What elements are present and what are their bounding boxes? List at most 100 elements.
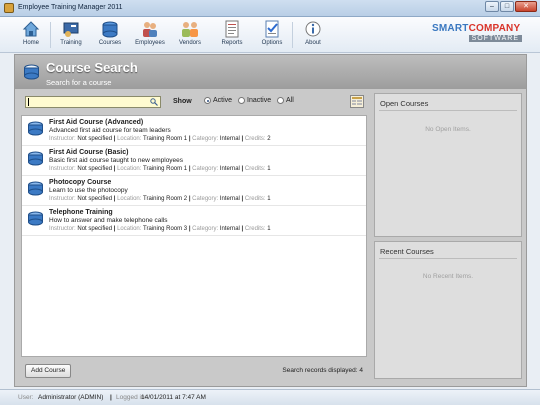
course-meta: Instructor: Not specified | Location: Tr… [49, 226, 366, 232]
toolbar-training-button[interactable]: Training [52, 19, 90, 51]
toolbar-employees-label: Employees [135, 40, 165, 46]
course-description: Advanced first aid course for team leade… [49, 127, 171, 134]
course-icon [27, 151, 44, 167]
search-input[interactable] [25, 96, 161, 108]
recent-courses-title: Recent Courses [380, 247, 434, 256]
category-value: Internal [219, 226, 240, 232]
course-icon [27, 211, 44, 227]
credits-value: 1 [267, 196, 271, 202]
credits-value: 1 [267, 166, 271, 172]
toolbar-employees-button[interactable]: Employees [131, 19, 169, 51]
view-toggle-button[interactable] [350, 95, 364, 108]
open-courses-title: Open Courses [380, 99, 429, 108]
add-course-button[interactable]: Add Course [25, 364, 72, 378]
reports-icon [223, 20, 241, 38]
employees-icon [141, 20, 159, 38]
instructor-value: Not specified [77, 196, 113, 202]
instructor-label: Instructor: [49, 226, 76, 232]
credits-label: Credits: [244, 196, 266, 202]
course-meta: Instructor: Not specified | Location: Tr… [49, 196, 366, 202]
home-icon [22, 20, 40, 38]
toolbar-home-button[interactable]: Home [12, 19, 50, 51]
location-label: Location: [117, 226, 142, 232]
instructor-value: Not specified [77, 226, 113, 232]
toolbar-vendors-button[interactable]: Vendors [171, 19, 209, 51]
category-label: Category: [192, 226, 219, 232]
list-item[interactable]: First Aid Course (Advanced) Advanced fir… [22, 116, 366, 146]
close-button[interactable]: ✕ [515, 1, 537, 12]
company-logo: SMARTCOMPANY SOFTWARE [432, 23, 522, 45]
instructor-value: Not specified [77, 136, 113, 142]
list-item[interactable]: First Aid Course (Basic) Basic first aid… [22, 146, 366, 176]
options-icon [263, 20, 281, 38]
course-description: Learn to use the photocopy [49, 187, 128, 194]
location-value: Training Room 3 [143, 226, 188, 232]
category-label: Category: [192, 196, 219, 202]
search-icon[interactable] [150, 98, 158, 106]
toolbar-courses-label: Courses [98, 40, 122, 46]
course-name: First Aid Course (Basic) [49, 149, 129, 156]
minimize-button[interactable]: – [485, 1, 499, 12]
main-toolbar: Home Training Courses Employees Vendors … [0, 17, 540, 53]
toolbar-options-label: Options [261, 40, 283, 46]
window-title: Employee Training Manager 2011 [18, 4, 123, 11]
logo-wordmark: SMARTCOMPANY [432, 23, 522, 34]
search-row: Show Active Inactive All [21, 93, 367, 111]
course-name: Telephone Training [49, 209, 113, 216]
toolbar-reports-button[interactable]: Reports [213, 19, 251, 51]
meta-separator: | [241, 136, 244, 142]
toolbar-options-button[interactable]: Options [253, 19, 291, 51]
logo-software: SOFTWARE [468, 35, 522, 42]
meta-separator: | [188, 226, 191, 232]
search-footer: Add Course Search records displayed: 4 [21, 363, 367, 379]
meta-separator: | [113, 136, 116, 142]
text-caret [28, 98, 29, 106]
meta-separator: | [113, 166, 116, 172]
category-value: Internal [219, 136, 240, 142]
status-separator: | [110, 394, 112, 401]
filter-all-radio[interactable]: All [277, 97, 294, 104]
record-count: Search records displayed: 4 [282, 367, 363, 374]
course-meta: Instructor: Not specified | Location: Tr… [49, 166, 366, 172]
logo-smart: SMART [432, 23, 469, 34]
credits-value: 1 [267, 226, 271, 232]
vendors-icon [181, 20, 199, 38]
course-icon [27, 181, 44, 197]
logo-company: COMPANY [468, 23, 521, 34]
category-label: Category: [192, 166, 219, 172]
list-item[interactable]: Telephone Training How to answer and mak… [22, 206, 366, 236]
radio-selected-icon [204, 97, 211, 104]
filter-active-radio[interactable]: Active [204, 97, 232, 104]
meta-separator: | [241, 166, 244, 172]
search-pane: Show Active Inactive All First Aid Cours… [21, 93, 367, 379]
toolbar-reports-label: Reports [221, 40, 243, 46]
list-item[interactable]: Photocopy Course Learn to use the photoc… [22, 176, 366, 206]
category-label: Category: [192, 136, 219, 142]
toolbar-vendors-label: Vendors [178, 40, 202, 46]
instructor-label: Instructor: [49, 196, 76, 202]
page-header: Course Search Search for a course [15, 55, 526, 89]
instructor-value: Not specified [77, 166, 113, 172]
location-value: Training Room 1 [143, 136, 188, 142]
filter-inactive-label: Inactive [247, 97, 272, 104]
toolbar-courses-button[interactable]: Courses [91, 19, 129, 51]
maximize-button[interactable]: □ [500, 1, 514, 12]
status-bar: User: Administrator (ADMIN) | Logged in:… [0, 389, 540, 405]
filter-inactive-radio[interactable]: Inactive [238, 97, 271, 104]
toolbar-about-button[interactable]: About [294, 19, 332, 51]
course-search-panel: Course Search Search for a course Show A… [14, 54, 527, 387]
training-icon [62, 20, 80, 38]
instructor-label: Instructor: [49, 166, 76, 172]
courses-icon [101, 20, 119, 38]
radio-icon [238, 97, 245, 104]
show-filter-label: Show [173, 98, 192, 105]
recent-courses-panel: Recent Courses No Recent Items. [374, 241, 522, 379]
divider [379, 110, 517, 111]
logged-in-value: 14/01/2011 at 7:47 AM [141, 394, 206, 401]
course-meta: Instructor: Not specified | Location: Tr… [49, 136, 366, 142]
meta-separator: | [113, 226, 116, 232]
filter-active-label: Active [213, 97, 233, 104]
record-count-label: Search records displayed: [282, 367, 358, 374]
user-label: User: [18, 394, 34, 401]
course-name: Photocopy Course [49, 179, 112, 186]
